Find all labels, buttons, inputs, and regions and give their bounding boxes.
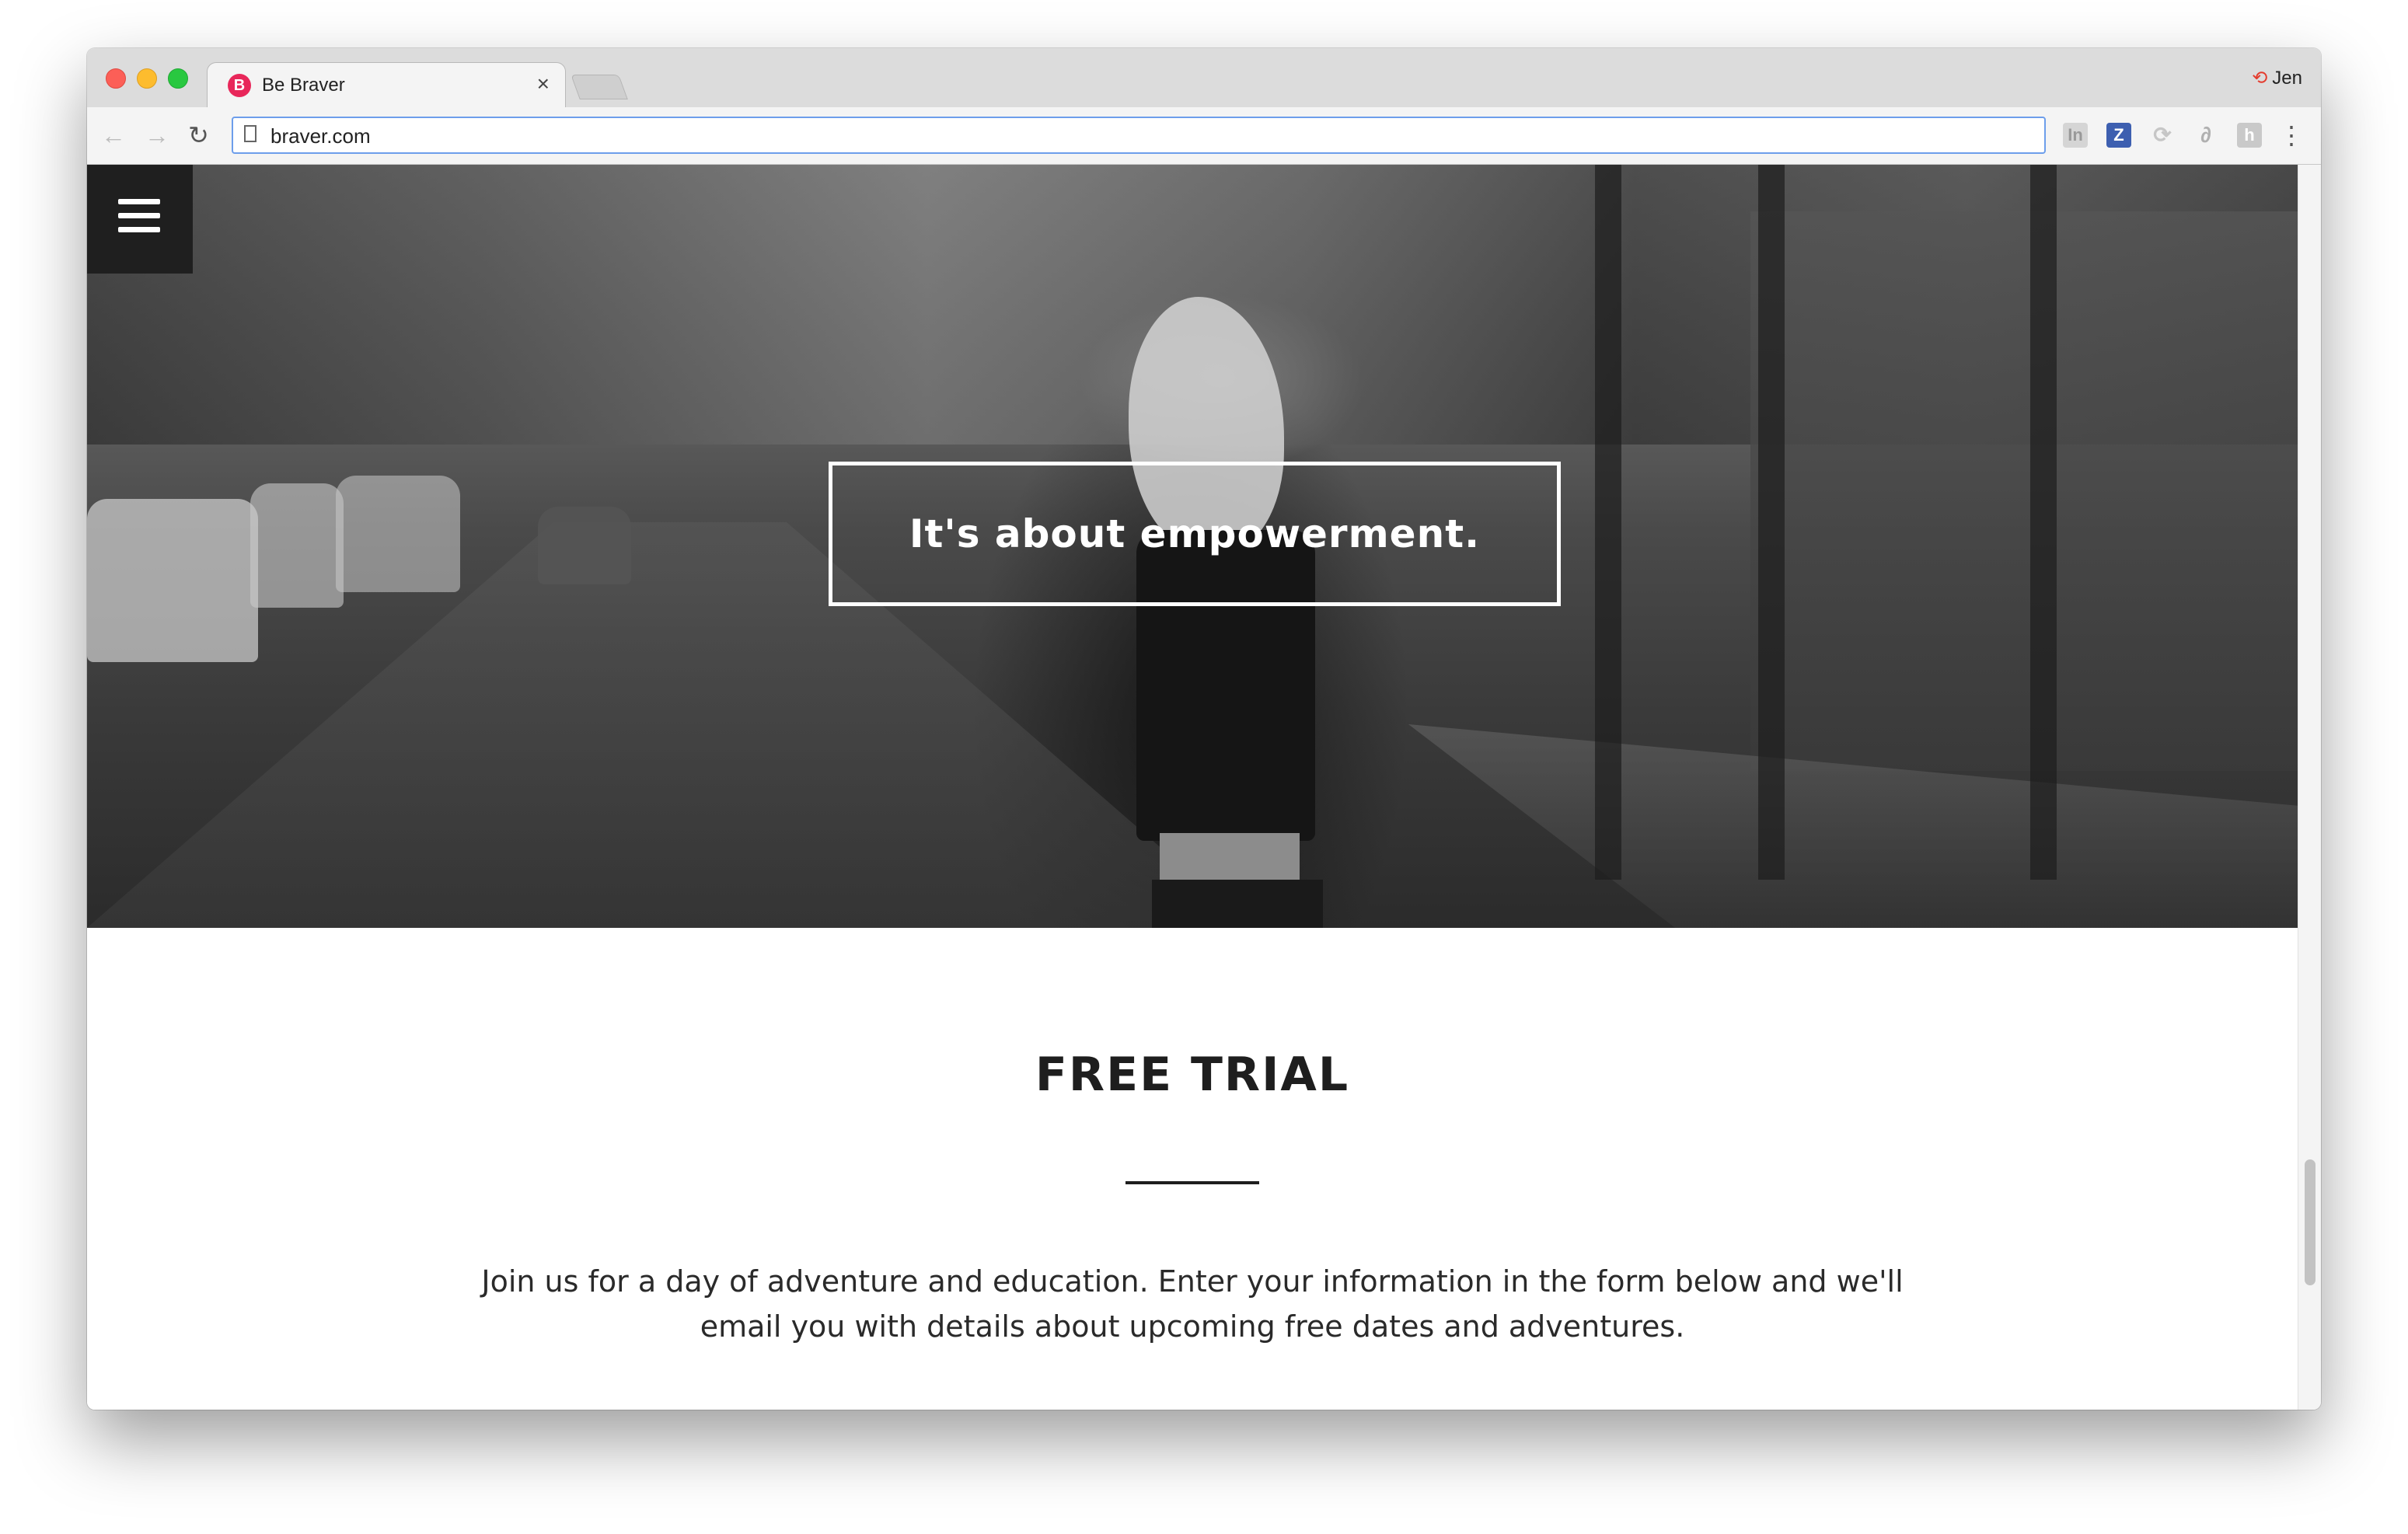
woman-figure [1105,297,1338,928]
section-divider [1125,1181,1259,1184]
hamburger-menu-icon[interactable] [87,165,193,274]
window-maximize-button[interactable] [168,68,188,89]
z-extension-icon[interactable]: Z [2106,123,2131,148]
building-background [1750,211,2298,771]
parked-car [87,499,258,662]
tab-strip: B Be Braver × ⟲ Jen [87,48,2321,109]
browser-toolbar: ← → ↻ braver.com In Z ⟳ ∂ h ⋮ [87,107,2321,165]
distant-car [538,507,631,584]
scrollbar-thumb[interactable] [2305,1159,2316,1285]
new-tab-button[interactable] [571,75,628,99]
profile-name: Jen [2272,68,2302,89]
hero-headline-box: It's about empowerment. [829,462,1561,606]
reload-icon[interactable]: ↻ [188,120,209,151]
box-extension-icon[interactable]: h [2237,123,2262,148]
forward-arrow-icon[interactable]: → [145,120,169,151]
tab-title: Be Braver [262,75,345,96]
tree-trunk [1758,165,1785,880]
page-icon [244,125,257,142]
sync-error-icon: ⟲ [2252,68,2268,89]
tree-trunk [1595,165,1621,880]
back-arrow-icon[interactable]: ← [101,120,126,151]
hero-image: It's about empowerment. [87,165,2298,928]
shorts [1152,880,1323,928]
braver-favicon-icon: B [228,74,251,97]
section-title: FREE TRIAL [1035,1048,1350,1102]
page-content: It's about empowerment. FREE TRIAL Join … [87,165,2298,1410]
puzzle-extension-icon[interactable]: ⟳ [2150,123,2175,148]
in-icon[interactable]: In [2063,123,2088,148]
kebab-menu-icon[interactable]: ⋮ [2279,120,2304,151]
section-body: Join us for a day of adventure and educa… [481,1264,1904,1344]
midriff [1160,833,1300,880]
browser-window: B Be Braver × ⟲ Jen ← → ↻ braver.com In Z… [87,48,2321,1410]
url-text[interactable]: braver.com [270,124,371,148]
parked-car [250,483,344,608]
parked-car [336,476,460,592]
window-close-button[interactable] [106,68,126,89]
tab-be-braver[interactable]: B Be Braver × [207,62,566,109]
scrollbar[interactable] [2298,165,2321,1410]
tab-close-icon[interactable]: × [537,72,550,96]
window-minimize-button[interactable] [137,68,157,89]
link-extension-icon[interactable]: ∂ [2193,123,2218,148]
hero-headline: It's about empowerment. [909,511,1481,556]
tree-trunk [2030,165,2057,880]
address-bar[interactable]: braver.com [232,117,2046,154]
profile-button[interactable]: ⟲ Jen [2252,67,2302,90]
